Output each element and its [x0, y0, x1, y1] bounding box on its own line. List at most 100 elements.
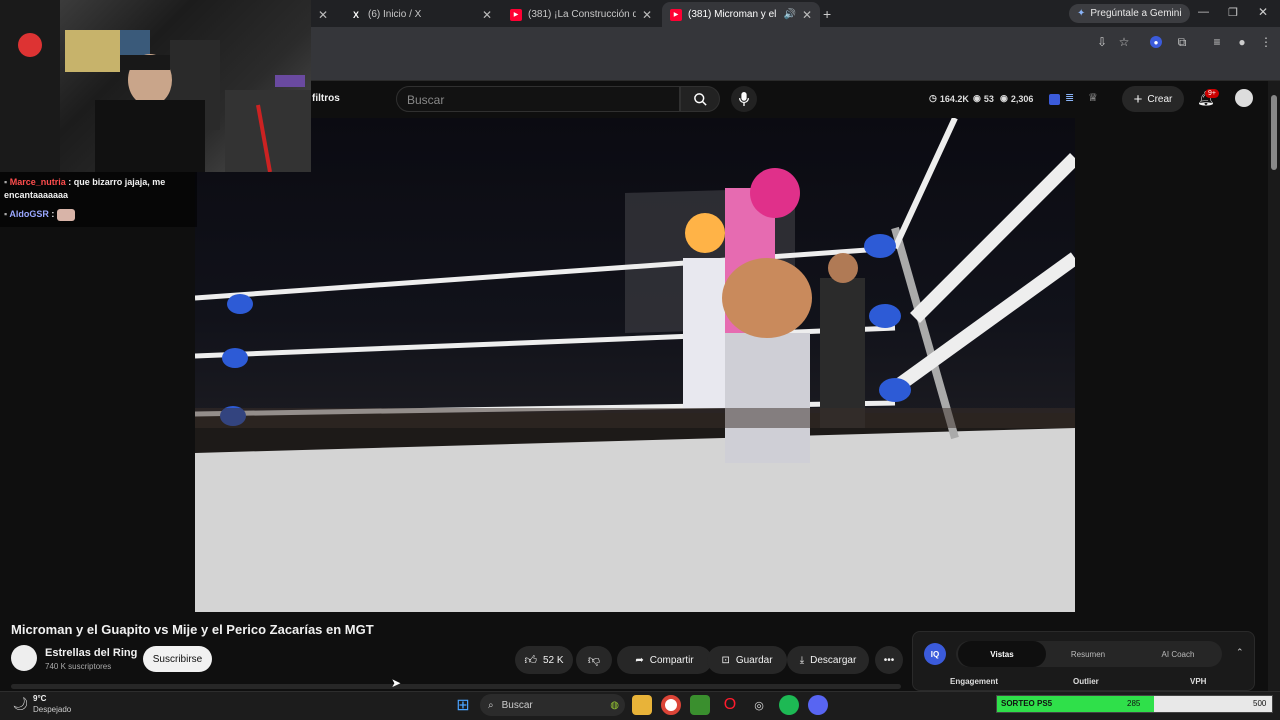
right-sidebar	[1075, 118, 1268, 612]
like-button[interactable]: 👍︎ 52 K	[515, 646, 573, 674]
save-button[interactable]: ⊡ Guardar	[707, 646, 787, 674]
chrome-icon[interactable]	[661, 695, 681, 715]
search-input[interactable]: Buscar	[396, 86, 680, 112]
spotify-icon[interactable]	[779, 695, 799, 715]
sorteo-value: 285	[1127, 699, 1141, 708]
avatar[interactable]	[1235, 89, 1253, 107]
vidiq-panel: IQ Vistas Resumen AI Coach ⌃ Engagement …	[912, 631, 1255, 691]
more-actions-button[interactable]: •••	[875, 646, 903, 674]
subscribe-button[interactable]: Suscribirse	[143, 646, 212, 672]
tab-label: (381) ¡La Construcción de Mine	[528, 9, 636, 20]
chat-username: Marce_nutria	[9, 177, 66, 187]
vidiq-icon[interactable]	[1049, 94, 1060, 105]
share-label: Compartir	[649, 654, 694, 666]
thumbs-down-icon: 👎︎	[587, 652, 601, 667]
share-button[interactable]: ➦ Compartir	[617, 646, 712, 674]
page-scrollbar[interactable]	[1268, 81, 1280, 691]
search-button[interactable]	[680, 86, 720, 112]
tab-label: (381) Microman y el Guapit	[688, 9, 777, 20]
discord-icon[interactable]	[808, 695, 828, 715]
stat-total: ◉ 2,306	[1000, 93, 1033, 104]
chat-message: ▪ Marce_nutria : que bizarro jajaja, me …	[4, 176, 193, 202]
chat-message: ▪ AldoGSR :	[4, 208, 193, 221]
webcam-feed	[0, 0, 311, 172]
collapse-chevron-icon[interactable]: ⌃	[1236, 647, 1244, 658]
moon-weather-icon: 🌙︎	[12, 696, 29, 711]
download-label: Descargar	[810, 654, 857, 666]
tab-vistas[interactable]: Vistas	[958, 641, 1046, 667]
tab-label: (6) Inicio / X	[368, 9, 422, 20]
plus-icon: +	[1133, 90, 1143, 108]
windows-start-icon[interactable]: ⊞	[453, 695, 473, 715]
obs-icon[interactable]: ◎	[749, 695, 769, 715]
description-box-edge	[11, 684, 901, 689]
analytics-icon[interactable]: ≣	[1065, 91, 1074, 104]
restore-icon[interactable]: ❐	[1228, 6, 1238, 19]
taskbar-search[interactable]: ⌕ Buscar ◍	[480, 694, 625, 716]
voice-search-button[interactable]	[731, 86, 757, 112]
channel-avatar[interactable]	[11, 645, 37, 671]
youtube-icon: ▶	[670, 8, 682, 21]
stat-views: ◷ 164.2K	[929, 93, 969, 104]
webcam-overlay	[0, 0, 311, 172]
stream-chat-overlay: ▪ Marce_nutria : que bizarro jajaja, me …	[0, 172, 197, 227]
column-vph: VPH	[1190, 677, 1207, 686]
video-title: Microman y el Guapito vs Mije y el Peric…	[11, 622, 374, 637]
channel-name[interactable]: Estrellas del Ring	[45, 647, 137, 659]
weather-desc[interactable]: Despejado	[33, 705, 71, 714]
sorteo-goal: 500	[1253, 699, 1267, 708]
scrollbar-thumb[interactable]	[1271, 95, 1277, 170]
column-engagement: Engagement	[950, 677, 999, 686]
sorteo-progress-bar: SORTEO PS5 285 500	[996, 695, 1273, 713]
bookmark-icon: ⊡	[721, 654, 730, 666]
close-icon[interactable]: ✕	[642, 8, 652, 22]
download-icon: ⤓	[799, 654, 805, 666]
filters-label[interactable]: filtros	[312, 93, 340, 104]
tab-partial[interactable]: ✕	[310, 2, 340, 27]
column-outlier: Outlier	[1073, 677, 1099, 686]
bookmark-star-icon[interactable]: ☆	[1116, 34, 1132, 50]
vidiq-logo-icon: IQ	[924, 643, 946, 665]
download-button[interactable]: ⤓ Descargar	[787, 646, 869, 674]
clock-icon: ◷	[929, 93, 937, 103]
like-count: 52 K	[542, 654, 564, 666]
mouse-cursor-icon: ➤	[391, 676, 402, 690]
search-icon	[693, 92, 707, 106]
thumbs-up-icon: 👍︎	[524, 652, 537, 667]
close-icon[interactable]: ✕	[318, 8, 328, 22]
video-player[interactable]: ⛵	[195, 118, 1075, 612]
stat-total-value: 2,306	[1010, 93, 1034, 104]
tab-microman-video[interactable]: ▶ (381) Microman y el Guapit 🔊 ✕	[662, 2, 820, 27]
new-tab-icon[interactable]: +	[823, 6, 831, 22]
file-explorer-icon[interactable]	[632, 695, 652, 715]
tab-x-home[interactable]: X (6) Inicio / X ✕	[342, 2, 500, 27]
x-logo-icon: X	[352, 9, 359, 20]
opera-icon[interactable]: O	[720, 695, 740, 715]
tab-ai-coach[interactable]: AI Coach	[1134, 641, 1222, 667]
microphone-icon	[738, 92, 750, 106]
tab-resumen[interactable]: Resumen	[1044, 641, 1132, 667]
close-icon[interactable]: ✕	[802, 8, 812, 22]
create-label: Crear	[1147, 93, 1173, 105]
install-icon[interactable]: ⇩	[1094, 34, 1110, 50]
dislike-button[interactable]: 👎︎	[576, 646, 612, 674]
media-control-icon[interactable]: ≡	[1209, 34, 1225, 50]
minimize-icon[interactable]: —	[1198, 6, 1209, 18]
stat-watching-value: 53	[983, 93, 994, 104]
extension-icon[interactable]: ●	[1150, 36, 1162, 48]
profile-icon[interactable]: ●	[1234, 34, 1250, 50]
gemini-button[interactable]: ✦ Pregúntale a Gemini	[1069, 4, 1190, 23]
youtube-icon: ▶	[510, 8, 522, 21]
puzzle-icon[interactable]: ⧉	[1174, 34, 1190, 50]
taskbar-search-label: Buscar	[501, 699, 533, 711]
window-close-icon[interactable]: ✕	[1258, 5, 1268, 19]
award-icon[interactable]: ♕	[1088, 91, 1098, 104]
menu-kebab-icon[interactable]: ⋮	[1258, 34, 1274, 50]
weather-temp[interactable]: 9°C	[33, 694, 46, 703]
tab-minecraft-video[interactable]: ▶ (381) ¡La Construcción de Mine ✕	[502, 2, 660, 27]
minecraft-icon[interactable]	[690, 695, 710, 715]
speaker-icon[interactable]: 🔊	[783, 9, 795, 20]
create-button[interactable]: + Crear	[1122, 86, 1184, 112]
close-icon[interactable]: ✕	[482, 8, 492, 22]
share-icon: ➦	[635, 654, 644, 666]
